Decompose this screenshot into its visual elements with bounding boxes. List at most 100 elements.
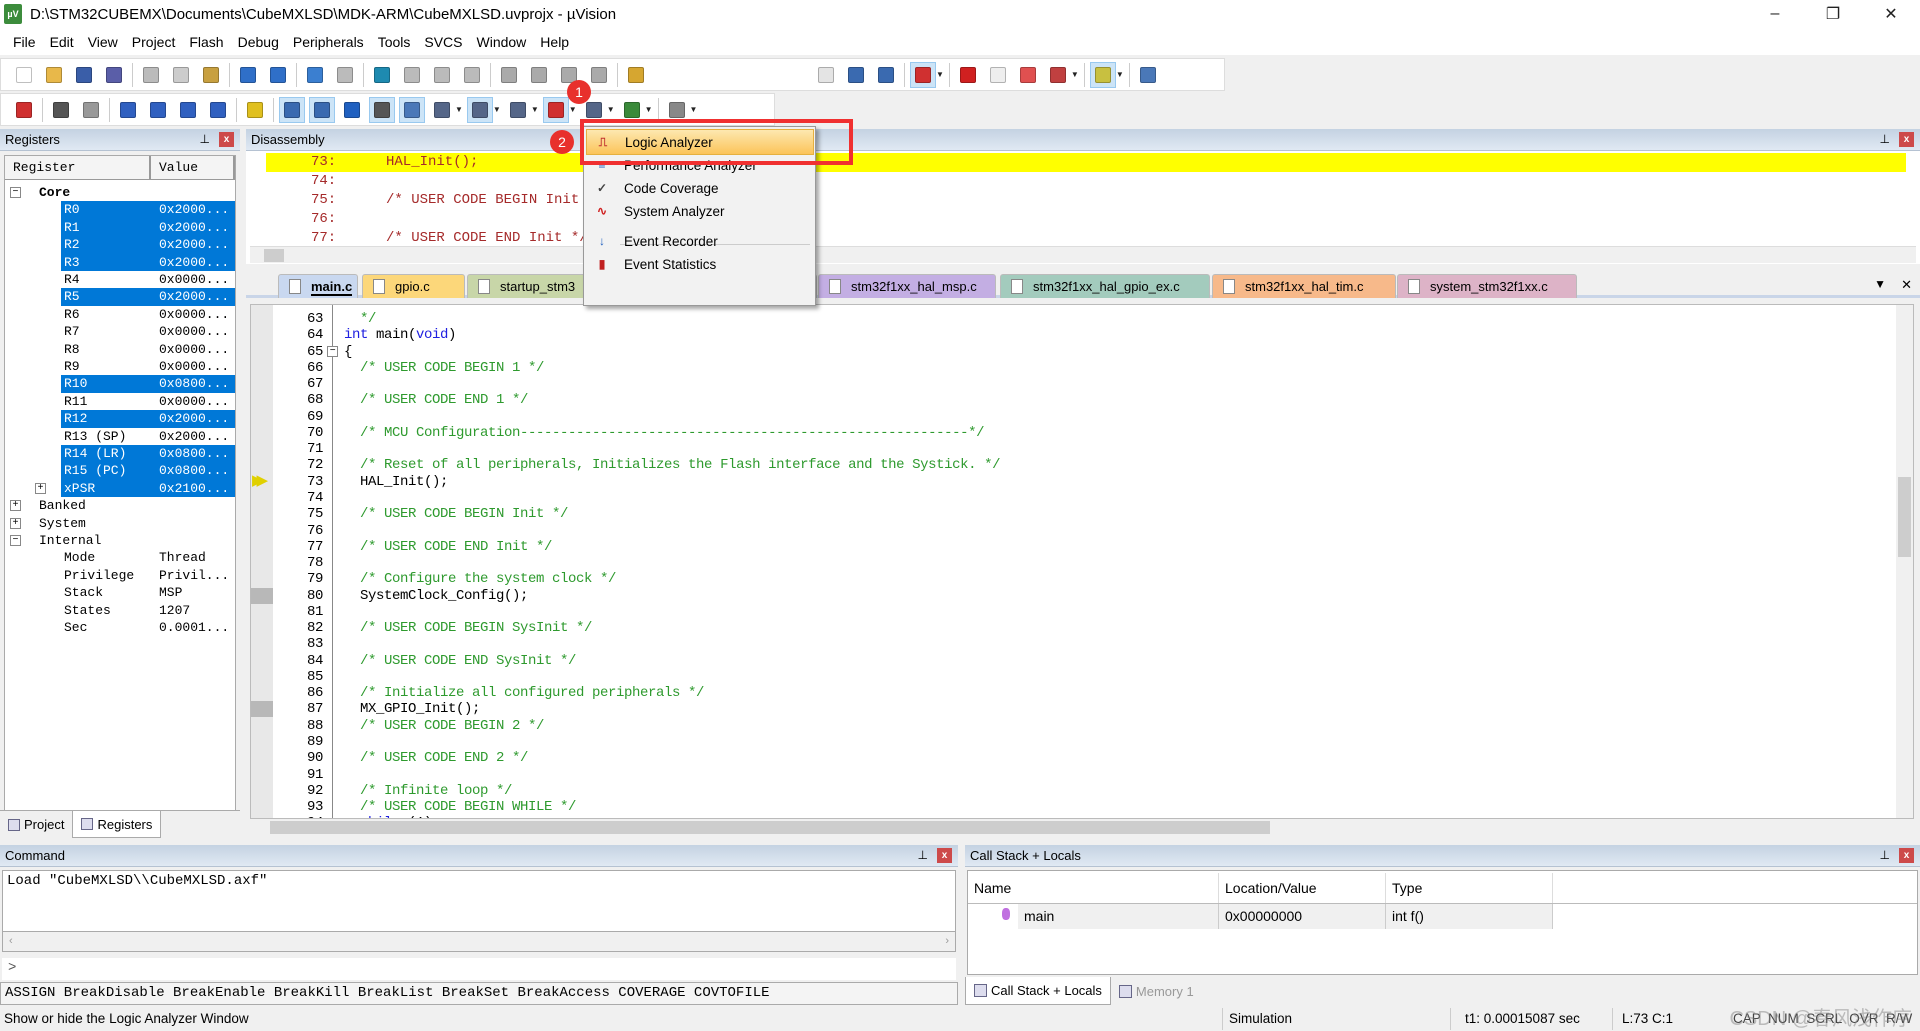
- column-header-location-value[interactable]: Location/Value: [1219, 873, 1386, 903]
- code-line[interactable]: 76: [251, 523, 1891, 539]
- code-line[interactable]: 84 /* USER CODE END SysInit */: [251, 653, 1891, 669]
- register-row[interactable]: R4 0x0000...: [5, 271, 235, 288]
- collapse-icon[interactable]: −: [10, 187, 21, 198]
- disassembly-line[interactable]: 76:: [266, 210, 1906, 229]
- unindent-button[interactable]: [526, 62, 552, 88]
- open-folder-button[interactable]: [41, 62, 67, 88]
- prev-bookmark-button[interactable]: [399, 62, 425, 88]
- register-row[interactable]: R12 0x2000...: [5, 410, 235, 428]
- debug-session-button[interactable]: [910, 61, 936, 88]
- code-vertical-scrollbar[interactable]: [1896, 305, 1913, 818]
- show-next-statement-button[interactable]: [242, 97, 268, 123]
- dropdown-arrow-icon[interactable]: ▼: [1071, 70, 1079, 79]
- redo-button[interactable]: [265, 62, 291, 88]
- disassembly-line[interactable]: 75: /* USER CODE BEGIN Init */: [266, 191, 1906, 210]
- code-line[interactable]: 67: [251, 376, 1891, 392]
- step-into-button[interactable]: [115, 97, 141, 123]
- insert-breakpoint-button[interactable]: [955, 62, 981, 88]
- code-line[interactable]: 79 /* Configure the system clock */: [251, 571, 1891, 587]
- navigate-back-button[interactable]: [302, 62, 328, 88]
- menu-file[interactable]: File: [6, 34, 43, 50]
- expand-icon[interactable]: +: [35, 482, 46, 494]
- register-row[interactable]: R7 0x0000...: [5, 323, 235, 340]
- disassembly-window-button[interactable]: [309, 96, 335, 123]
- disassembly-line[interactable]: 73: HAL_Init();: [266, 153, 1906, 172]
- register-row[interactable]: − Core: [5, 184, 235, 201]
- register-row[interactable]: States 1207: [5, 602, 235, 619]
- next-bookmark-button[interactable]: [429, 62, 455, 88]
- code-line[interactable]: 77 /* USER CODE END Init */: [251, 539, 1891, 555]
- register-row[interactable]: Stack MSP: [5, 584, 235, 601]
- editor-tab-stm32f1xx-hal-gpio-ex-c[interactable]: stm32f1xx_hal_gpio_ex.c: [1000, 274, 1210, 298]
- command-input[interactable]: >: [2, 958, 956, 980]
- pin-icon[interactable]: ⊥: [1880, 132, 1890, 146]
- code-line[interactable]: 70 /* MCU Configuration-----------------…: [251, 425, 1891, 441]
- code-line[interactable]: 93 /* USER CODE BEGIN WHILE */: [251, 799, 1891, 815]
- code-line[interactable]: 68 /* USER CODE END 1 */: [251, 392, 1891, 408]
- register-row[interactable]: R2 0x2000...: [5, 236, 235, 254]
- clear-bookmarks-button[interactable]: [459, 62, 485, 88]
- call-stack-window-button[interactable]: [399, 96, 425, 123]
- menu-item-system-analyzer[interactable]: ∿ System Analyzer: [586, 198, 814, 224]
- find-in-files-button[interactable]: [623, 62, 649, 88]
- find-button[interactable]: [843, 62, 869, 88]
- dropdown-arrow-icon[interactable]: ▼: [690, 105, 698, 114]
- editor-tab-stm32f1xx-hal-msp-c[interactable]: stm32f1xx_hal_msp.c: [818, 274, 996, 298]
- register-row[interactable]: R5 0x2000...: [5, 288, 235, 306]
- tab-memory-1[interactable]: Memory 1: [1111, 977, 1202, 1005]
- column-header-value[interactable]: Value: [151, 156, 235, 179]
- new-file-button[interactable]: [11, 62, 37, 88]
- incremental-find-button[interactable]: [873, 62, 899, 88]
- analysis-windows-button[interactable]: [542, 96, 569, 123]
- code-line[interactable]: 63 */: [251, 311, 1891, 327]
- column-header-type[interactable]: Type: [1386, 873, 1553, 903]
- code-line[interactable]: ▶▶ 73 HAL_Init();: [251, 473, 1891, 490]
- menu-peripherals[interactable]: Peripherals: [286, 34, 371, 50]
- register-row[interactable]: R1 0x2000...: [5, 218, 235, 237]
- step-out-button[interactable]: [175, 97, 201, 123]
- paste-button[interactable]: [198, 62, 224, 88]
- register-row[interactable]: − Internal: [5, 532, 235, 549]
- serial-windows-button[interactable]: [505, 97, 531, 123]
- close-panel-icon[interactable]: x: [1899, 132, 1914, 147]
- watch-windows-button[interactable]: [429, 97, 455, 123]
- editor-tab-system-stm32f1xx-c[interactable]: system_stm32f1xx.c: [1397, 274, 1577, 298]
- window-layout-button[interactable]: [1089, 61, 1116, 88]
- expand-icon[interactable]: +: [10, 500, 21, 512]
- code-editor[interactable]: 63 */64 int main(void) −65{66 /* USER CODE…: [250, 304, 1914, 819]
- symbols-window-button[interactable]: [339, 97, 365, 123]
- navigate-forward-button[interactable]: [332, 62, 358, 88]
- editor-tab-main-c[interactable]: main.c: [278, 274, 358, 298]
- stop-button[interactable]: [78, 97, 104, 123]
- undo-button[interactable]: [235, 62, 261, 88]
- dropdown-arrow-icon[interactable]: ▼: [607, 105, 615, 114]
- menu-project[interactable]: Project: [125, 34, 183, 50]
- save-all-button[interactable]: [101, 62, 127, 88]
- column-header-name[interactable]: Name: [968, 873, 1219, 903]
- run-button[interactable]: [48, 97, 74, 123]
- tab-registers[interactable]: Registers: [72, 811, 162, 838]
- code-line[interactable]: 74: [251, 490, 1891, 506]
- register-row[interactable]: R15 (PC) 0x0800...: [5, 462, 235, 480]
- code-line[interactable]: 92 /* Infinite loop */: [251, 783, 1891, 799]
- code-line[interactable]: 83: [251, 636, 1891, 652]
- code-line[interactable]: 82 /* USER CODE BEGIN SysInit */: [251, 620, 1891, 636]
- register-row[interactable]: R14 (LR) 0x0800...: [5, 445, 235, 463]
- menu-window[interactable]: Window: [470, 34, 534, 50]
- menu-debug[interactable]: Debug: [231, 34, 286, 50]
- fold-collapse-icon[interactable]: −: [327, 345, 338, 357]
- code-line[interactable]: 69: [251, 409, 1891, 425]
- register-row[interactable]: R0 0x2000...: [5, 201, 235, 219]
- register-row[interactable]: R6 0x0000...: [5, 306, 235, 323]
- cut-button[interactable]: [138, 62, 164, 88]
- register-row[interactable]: + Banked: [5, 497, 235, 514]
- menu-item-event-statistics[interactable]: ▮ Event Statistics: [586, 251, 814, 277]
- save-button[interactable]: [71, 62, 97, 88]
- tab-project[interactable]: Project: [0, 811, 72, 838]
- registers-window-button[interactable]: [369, 96, 395, 123]
- pin-icon[interactable]: ⊥: [918, 848, 928, 862]
- code-line[interactable]: 66 /* USER CODE BEGIN 1 */: [251, 360, 1891, 376]
- register-row[interactable]: Mode Thread: [5, 549, 235, 566]
- disassembly-view[interactable]: 73: HAL_Init(); 74: 75: /* USER CODE BEGIN I…: [250, 153, 1916, 246]
- bookmark-button[interactable]: [369, 62, 395, 88]
